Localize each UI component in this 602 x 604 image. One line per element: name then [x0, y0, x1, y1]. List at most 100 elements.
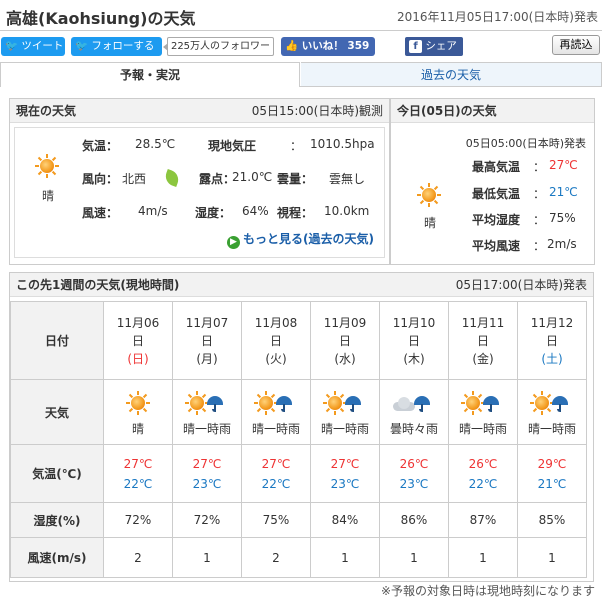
temp-cell: 27℃ 22℃ [103, 444, 173, 503]
humidity-cell: 75% [241, 502, 311, 538]
date-month-day: 11月09 [323, 315, 367, 330]
colon: ： [533, 160, 546, 174]
wind-cell: 1 [172, 537, 242, 578]
max-temp-value: 27℃ [549, 158, 578, 172]
high-temp: 27℃ [261, 456, 291, 471]
weather-cell: 晴一時雨 [448, 379, 518, 445]
max-temp-label: 最高気温 [472, 160, 521, 174]
date-row: 日付 11月06 日 (日) 11月07 日 (月) 11月08 日 (火) 11月09 日 (水) 1… [10, 301, 587, 380]
tab-past-weather[interactable]: 過去の天気 [301, 62, 602, 87]
high-temp: 27℃ [330, 456, 360, 471]
date-day: 日 [131, 333, 144, 348]
date-cell: 11月10 日 (木) [379, 301, 449, 380]
date-cell: 11月07 日 (月) [172, 301, 242, 380]
wind-cell: 1 [310, 537, 380, 578]
date-day: 日 [200, 333, 213, 348]
follower-count[interactable]: 225万人のフォロワー [163, 37, 274, 56]
high-temp: 26℃ [399, 456, 429, 471]
sun-umbrella-icon [311, 389, 379, 417]
row-label-humidity: 湿度(%) [10, 502, 104, 538]
colon: ： [533, 239, 546, 253]
humidity-cell: 84% [310, 502, 380, 538]
current-weather-body: 晴 気温： 28.5℃ 現地気圧 ： 1010.5hpa 風向： 北西 露点： … [14, 127, 385, 258]
umbrella-icon [552, 394, 568, 412]
avg-humidity-label: 平均湿度 [472, 213, 521, 227]
today-weather-header: 今日(05日)の天気 [391, 99, 594, 123]
colon: ： [533, 213, 546, 227]
wind-dir-label: 風向： [82, 172, 119, 186]
date-day: 日 [476, 333, 489, 348]
follow-button[interactable]: 🐦 フォローする [71, 37, 162, 56]
low-temp: 22℃ [261, 476, 291, 491]
date-month-day: 11月07 [185, 315, 229, 330]
high-temp: 29℃ [537, 456, 567, 471]
temp-cell: 27℃ 23℃ [310, 444, 380, 503]
weather-text: 晴一時雨 [320, 422, 369, 436]
sun-icon [104, 389, 172, 417]
weather-cell: 曇時々雨 [379, 379, 449, 445]
avg-wind-value: 2m/s [547, 237, 577, 251]
row-label-temp: 気温(℃) [10, 444, 104, 503]
weather-text: 晴一時雨 [458, 422, 507, 436]
humidity-row: 湿度(%) 72% 72% 75% 84% 86% 87% 85% [10, 502, 587, 538]
date-month-day: 11月12 [530, 315, 574, 330]
wind-speed-label: 風速： [82, 206, 119, 220]
share-button[interactable]: f シェア [405, 37, 463, 56]
tab-forecast[interactable]: 予報・実況 [0, 62, 300, 87]
dew-value: 21.0℃ [232, 170, 273, 184]
published-time: 2016年11月05日17:00(日本時)発表 [396, 10, 598, 24]
reload-button[interactable]: 再読込 [552, 35, 600, 55]
avg-wind-label: 平均風速 [472, 239, 521, 253]
weather-text: 晴一時雨 [251, 422, 300, 436]
umbrella-icon [345, 394, 361, 412]
weather-cell: 晴一時雨 [517, 379, 587, 445]
colon: ： [533, 187, 546, 201]
wind-cell: 1 [379, 537, 449, 578]
low-temp: 21℃ [537, 476, 567, 491]
wind-speed-value: 4m/s [138, 204, 168, 218]
date-day: 日 [545, 333, 558, 348]
day-of-week: (金) [472, 351, 494, 366]
sun-umbrella-icon [242, 389, 310, 417]
weather-cell: 晴一時雨 [241, 379, 311, 445]
low-temp: 23℃ [192, 476, 222, 491]
today-published: 05日05:00(日本時)発表 [465, 137, 586, 150]
temp-cell: 29℃ 21℃ [517, 444, 587, 503]
like-button[interactable]: 👍 いいね！ 359 [281, 37, 375, 56]
wind-dir-value: 北西 [122, 172, 147, 186]
high-temp: 27℃ [192, 456, 222, 471]
tab-bar: 予報・実況 過去の天気 [0, 62, 602, 87]
weather-text: 晴一時雨 [182, 422, 231, 436]
temp-value: 28.5℃ [135, 137, 176, 151]
twitter-bird-icon: 🐦 [5, 40, 19, 52]
date-day: 日 [269, 333, 282, 348]
wind-cell: 2 [241, 537, 311, 578]
observed-time: 05日15:00(日本時)観測 [251, 104, 383, 118]
day-of-week: (月) [196, 351, 218, 366]
umbrella-icon [276, 394, 292, 412]
umbrella-icon [207, 394, 223, 412]
high-temp: 26℃ [468, 456, 498, 471]
facebook-icon: f [409, 40, 422, 53]
twitter-bird-icon: 🐦 [75, 40, 89, 52]
more-past-weather-link[interactable]: ▶ もっと見る(過去の天気) [227, 230, 374, 249]
sun-icon [126, 391, 150, 415]
day-of-week: (火) [265, 351, 287, 366]
date-month-day: 11月06 [116, 315, 160, 330]
humidity-value: 64% [242, 204, 269, 218]
row-label-date: 日付 [10, 301, 104, 380]
day-of-week: (土) [541, 351, 563, 366]
arrow-right-icon: ▶ [227, 236, 241, 249]
date-day: 日 [407, 333, 420, 348]
sun-icon [254, 391, 278, 415]
date-cell: 11月09 日 (水) [310, 301, 380, 380]
visibility-label: 視程： [277, 206, 314, 220]
date-month-day: 11月11 [461, 315, 505, 330]
tweet-button[interactable]: 🐦 ツイート [1, 37, 65, 56]
dew-label: 露点： [199, 172, 236, 186]
sun-icon [185, 391, 209, 415]
wind-cell: 1 [448, 537, 518, 578]
temp-row: 気温(℃) 27℃ 22℃ 27℃ 23℃ 27℃ 22℃ 27℃ 23℃ 26℃ 23℃ 26℃ 2… [10, 444, 587, 503]
thumbs-up-icon: 👍 [285, 40, 299, 52]
sun-icon [530, 391, 554, 415]
